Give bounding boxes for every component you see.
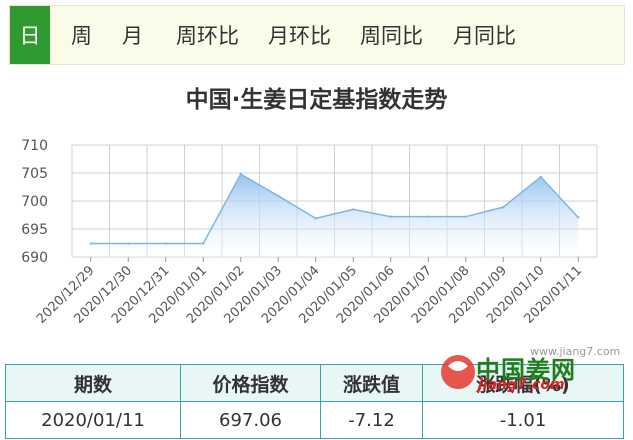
table-row: 2020/01/11 697.06 -7.12 -1.01: [5, 401, 624, 439]
header-period: 期数: [5, 364, 181, 402]
data-point: [89, 242, 92, 245]
data-point: [502, 205, 505, 209]
header-change-value: 涨跌值: [320, 364, 423, 402]
data-point: [389, 215, 392, 218]
data-point: [577, 216, 580, 219]
data-point: [352, 208, 355, 211]
cell-change-value: -7.12: [320, 401, 423, 439]
y-tick-label: 700: [21, 194, 48, 210]
y-tick-label: 705: [21, 166, 48, 182]
cell-change-percent: -1.01: [422, 401, 624, 439]
y-tick-label: 690: [21, 250, 48, 266]
data-point: [277, 194, 280, 198]
data-point: [239, 172, 242, 176]
y-tick-label: 710: [21, 138, 48, 154]
cell-price-index: 697.06: [180, 401, 321, 439]
watermark-domain: jiang7.com: [478, 377, 565, 393]
y-tick-label: 695: [21, 222, 48, 238]
data-point: [164, 242, 167, 245]
data-point: [127, 242, 130, 245]
header-price-index: 价格指数: [180, 364, 321, 402]
data-point: [464, 215, 467, 218]
line-chart: 6906957007057102020/12/292020/12/302020/…: [21, 138, 598, 327]
data-point: [202, 242, 205, 245]
cell-period: 2020/01/11: [5, 401, 181, 439]
data-point: [314, 217, 317, 220]
data-point: [539, 175, 542, 179]
data-point: [427, 215, 430, 218]
